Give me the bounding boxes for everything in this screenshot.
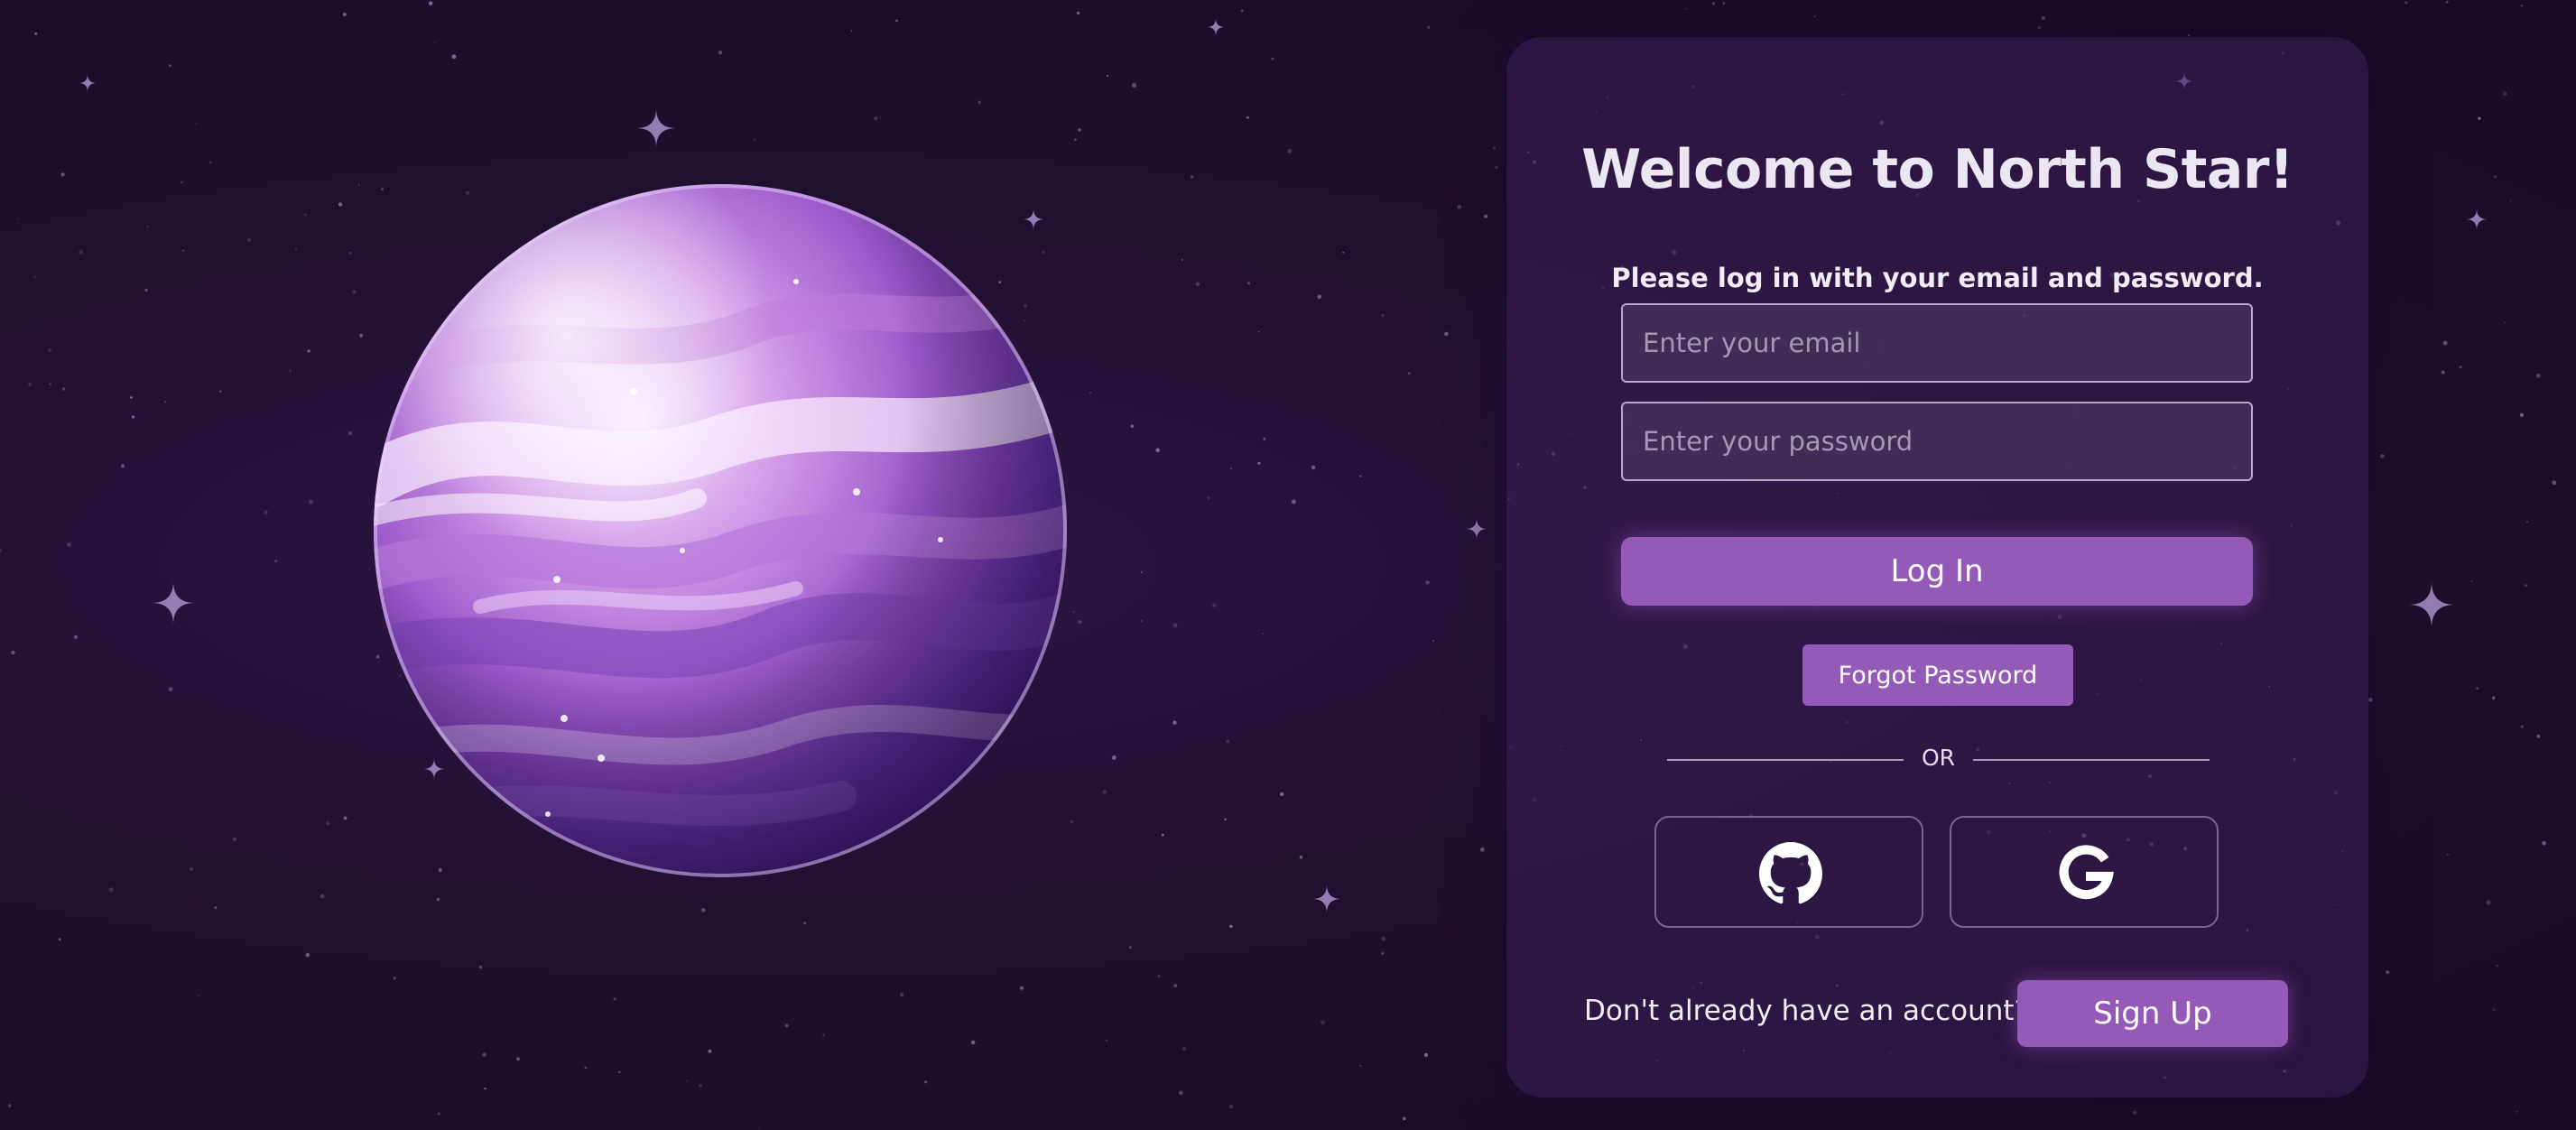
login-button[interactable]: Log In [1621, 537, 2253, 606]
password-field[interactable] [1621, 402, 2253, 481]
divider-label: OR [1921, 745, 1956, 771]
github-login-button[interactable] [1654, 816, 1923, 928]
signup-prompt: Don't already have an account? [1584, 995, 2030, 1027]
google-login-button[interactable] [1950, 816, 2219, 928]
forgot-password-button[interactable]: Forgot Password [1802, 644, 2073, 706]
divider-line-right [1973, 759, 2210, 761]
login-instructions: Please log in with your email and passwo… [1611, 263, 2264, 293]
page-title: Welcome to North Star! [1581, 138, 2293, 201]
login-panel: Welcome to North Star! Please log in wit… [1506, 37, 2368, 1098]
signup-button[interactable]: Sign Up [2017, 980, 2288, 1047]
github-icon [1759, 842, 1822, 904]
divider-line-left [1667, 759, 1904, 761]
login-page: Welcome to North Star! Please log in wit… [0, 0, 2576, 1130]
google-icon [2059, 845, 2114, 900]
email-field[interactable] [1621, 303, 2253, 383]
planet-illustration [372, 182, 1069, 879]
